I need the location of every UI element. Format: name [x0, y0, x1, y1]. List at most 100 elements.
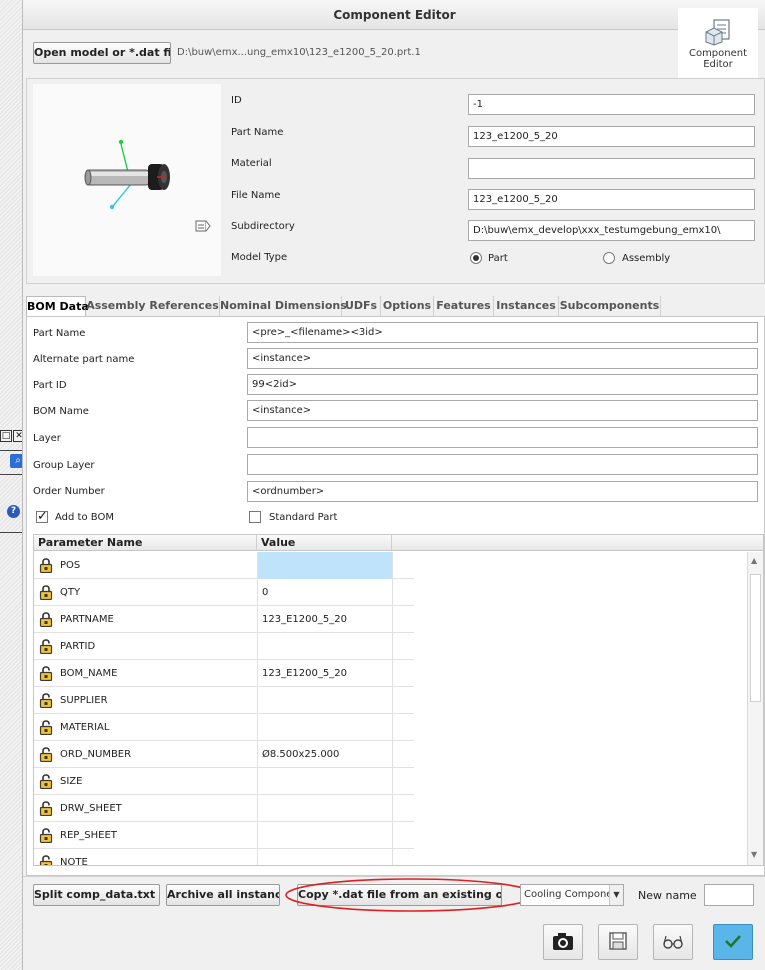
part-id-label: Part ID: [33, 380, 67, 391]
parameter-value-cell[interactable]: [258, 849, 392, 865]
layer-field[interactable]: [247, 427, 758, 448]
save-button[interactable]: [598, 924, 638, 960]
add-to-bom-label: Add to BOM: [55, 512, 114, 523]
component-type-value: Cooling Componei: [524, 889, 616, 900]
parameter-row[interactable]: SIZE: [34, 768, 414, 795]
bom-part-name-field[interactable]: <pre>_<filename><3id>: [247, 322, 758, 343]
parameter-value-cell[interactable]: [258, 795, 392, 822]
archive-all-instances-button[interactable]: Archive all instances: [166, 884, 280, 906]
parameter-row[interactable]: BOM_NAME 123_E1200_5_20: [34, 660, 414, 687]
part-name-label: Part Name: [231, 127, 284, 138]
parameter-value-cell[interactable]: 123_E1200_5_20: [258, 660, 392, 687]
window-title: Component Editor: [23, 0, 765, 30]
material-label: Material: [231, 158, 272, 169]
lock-icon: [39, 585, 53, 601]
glasses-icon: [663, 935, 683, 949]
parameter-value-cell[interactable]: 123_E1200_5_20: [258, 606, 392, 633]
part-name-field[interactable]: 123_e1200_5_20: [468, 126, 755, 147]
subdirectory-field[interactable]: D:\buw\emx_develop\xxx_testumgebung_emx1…: [468, 220, 755, 241]
screenshot-button[interactable]: [543, 924, 583, 960]
parameter-name-cell: REP_SHEET: [60, 830, 117, 841]
material-field[interactable]: [468, 158, 755, 179]
col-value[interactable]: Value: [257, 535, 392, 551]
parameter-value-cell[interactable]: [258, 822, 392, 849]
unlock-icon: [39, 828, 53, 844]
parameter-value-cell[interactable]: [258, 552, 392, 579]
parameter-row[interactable]: ORD_NUMBER Ø8.500x25.000: [34, 741, 414, 768]
preview-button[interactable]: [653, 924, 693, 960]
open-model-button[interactable]: Open model or *.dat file.: [33, 42, 171, 64]
parameter-name-cell: PARTID: [60, 641, 96, 652]
part-id-field[interactable]: 99<2id>: [247, 374, 758, 395]
parameter-value-cell[interactable]: 0: [258, 579, 392, 606]
model-type-assembly-label: Assembly: [622, 253, 671, 264]
tab-bom-data[interactable]: BOM Data: [26, 296, 89, 317]
parameter-value-cell[interactable]: [258, 768, 392, 795]
annotation-ellipse: [285, 878, 537, 912]
tab-bar: BOM Data Assembly References Nominal Dim…: [23, 296, 765, 317]
help-icon[interactable]: ?: [7, 505, 20, 518]
id-field[interactable]: -1: [468, 94, 755, 115]
add-to-bom-checkbox[interactable]: ✓: [36, 510, 48, 523]
parameter-name-cell: MATERIAL: [60, 722, 110, 733]
file-name-field[interactable]: 123_e1200_5_20: [468, 189, 755, 210]
lock-icon: [39, 612, 53, 628]
parameter-row[interactable]: REP_SHEET: [34, 822, 414, 849]
save-icon: [609, 932, 627, 950]
parameter-row[interactable]: QTY 0: [34, 579, 414, 606]
column-divider: [257, 552, 258, 865]
tab-nominal-dimensions[interactable]: Nominal Dimensions: [220, 296, 347, 316]
chevron-down-icon[interactable]: ▼: [609, 885, 623, 905]
bom-name-field[interactable]: <instance>: [247, 400, 758, 421]
parameter-name-cell: DRW_SHEET: [60, 803, 122, 814]
tab-subcomponents[interactable]: Subcomponents: [559, 296, 661, 316]
ribbon-label-line2: Editor: [703, 59, 733, 70]
part-3d-preview: [84, 139, 170, 210]
parameter-name-cell: PARTNAME: [60, 614, 114, 625]
split-comp-data-button[interactable]: Split comp_data.txt file: [33, 884, 160, 906]
parameter-row[interactable]: MATERIAL: [34, 714, 414, 741]
tab-udfs[interactable]: UDFs: [342, 296, 381, 316]
group-layer-field[interactable]: [247, 454, 758, 475]
subdirectory-label: Subdirectory: [231, 221, 295, 232]
standard-part-checkbox[interactable]: [249, 511, 261, 523]
table-scrollbar[interactable]: ▲ ▼: [747, 552, 763, 865]
component-type-dropdown[interactable]: Cooling Componei ▼: [520, 884, 624, 906]
accept-button[interactable]: [713, 924, 753, 960]
tab-options[interactable]: Options: [381, 296, 434, 316]
tab-assembly-references[interactable]: Assembly References: [86, 296, 220, 316]
unlock-icon: [39, 855, 53, 865]
order-number-field[interactable]: <ordnumber>: [247, 481, 758, 502]
unlock-icon: [39, 639, 53, 655]
unlock-icon: [39, 693, 53, 709]
parameter-value-cell[interactable]: Ø8.500x25.000: [258, 741, 392, 768]
model-type-part-radio[interactable]: [470, 252, 482, 264]
parameter-row[interactable]: PARTID: [34, 633, 414, 660]
standard-part-label: Standard Part: [269, 512, 338, 523]
component-editor-ribbon-button[interactable]: Component Editor: [678, 8, 758, 88]
parameter-name-cell: NOTE: [60, 857, 88, 866]
order-number-label: Order Number: [33, 486, 105, 497]
parameter-row[interactable]: POS: [34, 552, 414, 579]
parameter-row[interactable]: DRW_SHEET: [34, 795, 414, 822]
parameter-value-cell[interactable]: [258, 714, 392, 741]
new-name-field[interactable]: [704, 884, 754, 906]
parameter-value-cell[interactable]: [258, 687, 392, 714]
lock-icon: [39, 558, 53, 574]
scroll-up-icon[interactable]: ▲: [751, 556, 757, 565]
parameter-row[interactable]: SUPPLIER: [34, 687, 414, 714]
model-type-assembly-radio[interactable]: [603, 252, 615, 264]
parameter-value-cell[interactable]: [258, 633, 392, 660]
tab-features[interactable]: Features: [434, 296, 494, 316]
tab-instances[interactable]: Instances: [494, 296, 559, 316]
group-layer-label: Group Layer: [33, 460, 95, 471]
parameter-row[interactable]: NOTE: [34, 849, 414, 866]
col-parameter-name[interactable]: Parameter Name: [34, 535, 257, 551]
parameter-row[interactable]: PARTNAME 123_E1200_5_20: [34, 606, 414, 633]
model-preview[interactable]: [33, 84, 221, 276]
maximize-icon[interactable]: □: [0, 430, 12, 442]
scrollbar-thumb[interactable]: [750, 574, 761, 702]
alternate-part-name-field[interactable]: <instance>: [247, 348, 758, 369]
unlock-icon: [39, 666, 53, 682]
scroll-down-icon[interactable]: ▼: [751, 850, 757, 859]
